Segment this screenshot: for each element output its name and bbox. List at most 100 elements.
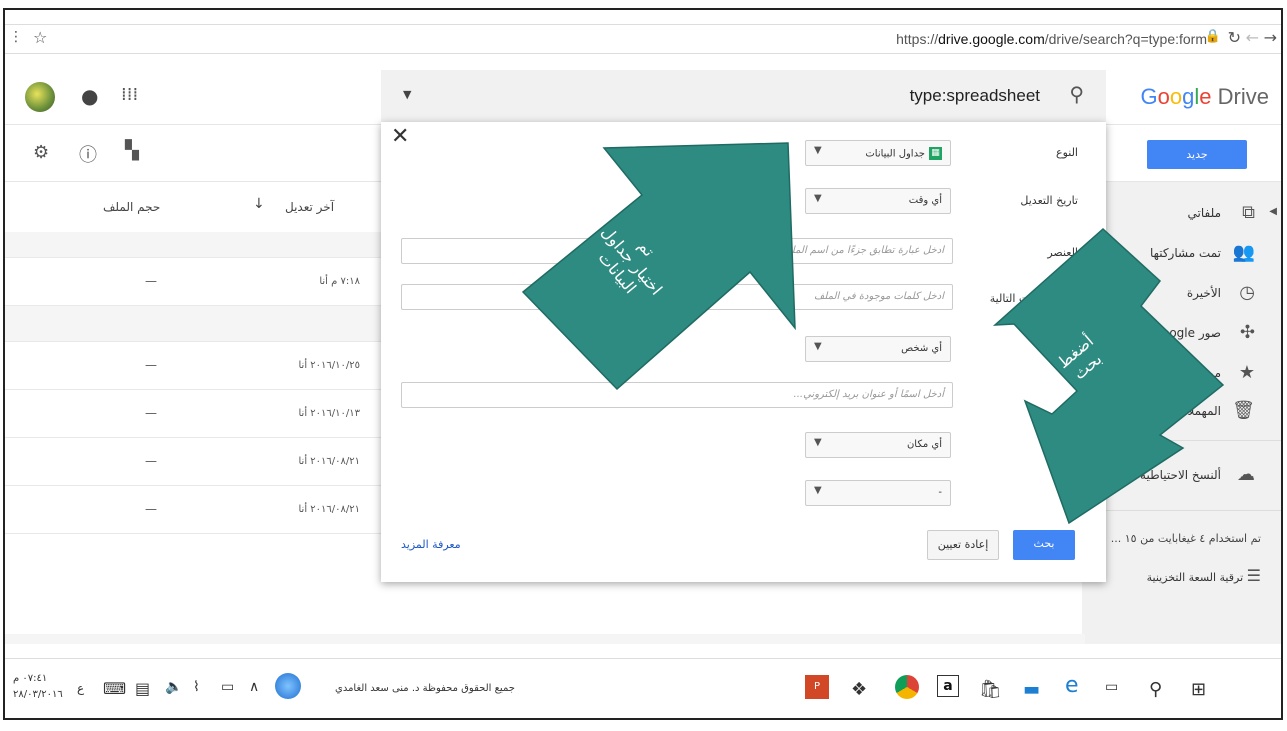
drive-icon: ⧉ bbox=[1242, 202, 1255, 223]
sidebar-item-label: مميز bbox=[1197, 366, 1221, 380]
action-center-icon[interactable]: ▤ bbox=[135, 679, 150, 698]
address-bar[interactable]: ⋮ ☆ https://drive.google.com/drive/searc… bbox=[5, 24, 1281, 54]
google-drive-logo[interactable]: Google Drive bbox=[1141, 84, 1269, 110]
search-box[interactable]: ▼ type:spreadsheet ⚲ bbox=[381, 70, 1106, 123]
sidebar-item-backups[interactable]: ☁ ألنسخ الاحتياطية bbox=[1082, 458, 1281, 494]
row-modified: ٧:١٨ م أنا bbox=[319, 276, 360, 287]
row-size: — bbox=[145, 358, 157, 372]
sidebar-item-shared[interactable]: 👥 تمت مشاركتها bbox=[1082, 236, 1281, 272]
sidebar-divider bbox=[1082, 510, 1281, 511]
sidebar-item-label: الأخيرة bbox=[1186, 286, 1221, 300]
search-icon[interactable]: ⚲ bbox=[1149, 679, 1162, 700]
volume-icon[interactable]: 🔈 bbox=[165, 679, 182, 695]
clock-time[interactable]: ٠٧:٤١ م bbox=[13, 673, 47, 684]
list-footer bbox=[5, 634, 1085, 644]
cloud-icon: ☁ bbox=[1237, 464, 1255, 485]
update-globe-icon[interactable] bbox=[275, 673, 301, 699]
grid-view-icon[interactable]: ▚ bbox=[125, 140, 139, 161]
sidebar-item-my-drive[interactable]: ◀ ⧉ ملفاتي bbox=[1082, 196, 1281, 232]
file-explorer-icon[interactable]: ▬ bbox=[1023, 679, 1040, 700]
words-input[interactable]: ادخل كلمات موجودة في الملف bbox=[401, 284, 953, 310]
row-size: — bbox=[145, 406, 157, 420]
extra-value: - bbox=[938, 487, 942, 498]
upgrade-storage-link[interactable]: ☰ ترقية السعة التخزينية bbox=[1147, 566, 1261, 585]
lock-icon: 🔒 bbox=[1204, 29, 1221, 44]
clock-icon: ◷ bbox=[1239, 282, 1255, 303]
avatar[interactable] bbox=[25, 82, 55, 112]
owner-value: أي شخص bbox=[901, 343, 942, 354]
item-label: العنصر bbox=[1047, 246, 1078, 259]
storage-text: تم استخدام ٤ غيغابايت من ١٥ ... bbox=[1110, 532, 1261, 545]
start-windows-icon[interactable]: ⊞ bbox=[1191, 679, 1206, 700]
back-arrow-icon[interactable]: ← bbox=[1246, 28, 1259, 47]
column-header-size[interactable]: حجم الملف bbox=[103, 200, 160, 214]
column-header-modified[interactable]: آخر تعديل bbox=[285, 200, 334, 214]
location-dropdown[interactable]: أي مكان ▼ bbox=[805, 432, 951, 458]
amazon-icon[interactable]: a bbox=[937, 675, 959, 697]
dropbox-icon[interactable]: ❖ bbox=[851, 679, 867, 700]
sidebar-item-label: ملفاتي bbox=[1187, 206, 1221, 220]
reload-icon[interactable]: ↻ bbox=[1228, 28, 1241, 47]
language-indicator[interactable]: ع bbox=[77, 681, 84, 695]
sidebar-divider bbox=[1082, 440, 1281, 441]
notifications-icon[interactable]: ● bbox=[81, 84, 98, 108]
row-modified: ٢٠١٦/٠٨/٢١ أنا bbox=[298, 504, 360, 515]
modified-dropdown[interactable]: أي وقت ▼ bbox=[805, 188, 951, 214]
forward-arrow-icon[interactable]: → bbox=[1264, 28, 1277, 47]
sidebar-item-photos[interactable]: ✣ صور Google bbox=[1082, 316, 1281, 352]
shared-with-input[interactable]: أدخل اسمًا أو عنوان بريد إلكتروني... bbox=[401, 382, 953, 408]
row-size: — bbox=[145, 274, 157, 288]
sidebar-item-label: المهملات bbox=[1176, 404, 1221, 418]
task-view-icon[interactable]: ▭ bbox=[1105, 679, 1118, 695]
star-icon[interactable]: ☆ bbox=[33, 28, 47, 47]
wifi-icon[interactable]: ⌇ bbox=[193, 679, 200, 695]
chevron-left-icon[interactable]: ◀ bbox=[1269, 206, 1277, 217]
sidebar-item-recent[interactable]: ◷ الأخيرة bbox=[1082, 276, 1281, 312]
browser-window: ⋮ ☆ https://drive.google.com/drive/searc… bbox=[3, 8, 1283, 720]
sidebar-item-trash[interactable]: 🗑 المهملات bbox=[1082, 394, 1281, 430]
sidebar-item-label: تمت مشاركتها bbox=[1150, 246, 1221, 260]
search-icon[interactable]: ⚲ bbox=[1069, 82, 1084, 106]
taskbar: ٠٧:٤١ م ٢٨/٠٣/٢٠١٦ ع ⌨ ▤ 🔈 ⌇ ▭ ∧ جميع ال… bbox=[5, 658, 1281, 718]
search-button[interactable]: بحث bbox=[1013, 530, 1075, 560]
powerpoint-icon[interactable]: P bbox=[805, 675, 829, 699]
chevron-up-icon[interactable]: ∧ bbox=[249, 679, 259, 695]
item-name-input[interactable]: ادخل عبارة تطابق جزءًا من اسم الملف bbox=[401, 238, 953, 264]
top-bar: ● ⁞⁞⁞ ▼ type:spreadsheet ⚲ Google Drive bbox=[5, 70, 1281, 125]
store-icon[interactable]: 🛍 bbox=[979, 679, 1002, 700]
sort-down-arrow-icon[interactable]: ↓ bbox=[253, 196, 265, 212]
owner-dropdown[interactable]: أي شخص ▼ bbox=[805, 336, 951, 362]
edge-icon[interactable]: e bbox=[1065, 673, 1079, 698]
learn-more-link[interactable]: معرفة المزيد bbox=[401, 538, 461, 551]
sidebar: ◀ ⧉ ملفاتي 👥 تمت مشاركتها ◷ الأخيرة ✣ صو… bbox=[1082, 182, 1281, 644]
extra-dropdown[interactable]: - ▼ bbox=[805, 480, 951, 506]
info-icon[interactable]: ⓘ bbox=[79, 141, 97, 167]
menu-dots-icon[interactable]: ⋮ bbox=[9, 29, 23, 45]
copyright-text: جميع الحقوق محفوظة د. منى سعد الغامدي bbox=[335, 683, 515, 694]
sidebar-item-starred[interactable]: ★ مميز bbox=[1082, 356, 1281, 392]
type-value-text: جداول البيانات bbox=[865, 148, 925, 160]
chevron-down-icon: ▼ bbox=[814, 485, 822, 496]
people-icon: 👥 bbox=[1232, 242, 1255, 263]
clock-date[interactable]: ٢٨/٠٣/٢٠١٦ bbox=[13, 689, 63, 700]
close-icon[interactable]: ✕ bbox=[391, 124, 409, 149]
row-modified: ٢٠١٦/٠٨/٢١ أنا bbox=[298, 456, 360, 467]
sheets-icon: ▦ bbox=[929, 147, 942, 160]
keyboard-icon[interactable]: ⌨ bbox=[103, 679, 126, 698]
new-button[interactable]: جديد bbox=[1147, 140, 1247, 169]
search-query[interactable]: type:spreadsheet bbox=[910, 86, 1040, 106]
slide-frame: ⋮ ☆ https://drive.google.com/drive/searc… bbox=[0, 0, 1287, 731]
apps-grid-icon[interactable]: ⁞⁞⁞ bbox=[121, 84, 138, 105]
search-options-dialog: ✕ النوع ▦جداول البيانات ▼ تاريخ التعديل … bbox=[381, 122, 1106, 582]
location-value: أي مكان bbox=[906, 439, 942, 450]
battery-icon[interactable]: ▭ bbox=[221, 679, 234, 695]
photos-icon: ✣ bbox=[1239, 322, 1255, 343]
chrome-icon[interactable] bbox=[895, 675, 919, 699]
type-dropdown[interactable]: ▦ جداول البيانات ▼ bbox=[805, 140, 951, 166]
search-options-dropdown-icon[interactable]: ▼ bbox=[403, 88, 411, 101]
row-size: — bbox=[145, 502, 157, 516]
settings-gear-icon[interactable]: ⚙ bbox=[33, 142, 49, 163]
url-text[interactable]: https://drive.google.com/drive/search?q=… bbox=[896, 31, 1207, 47]
reset-button[interactable]: إعادة تعيين bbox=[927, 530, 999, 560]
modified-label: تاريخ التعديل bbox=[1020, 194, 1078, 207]
